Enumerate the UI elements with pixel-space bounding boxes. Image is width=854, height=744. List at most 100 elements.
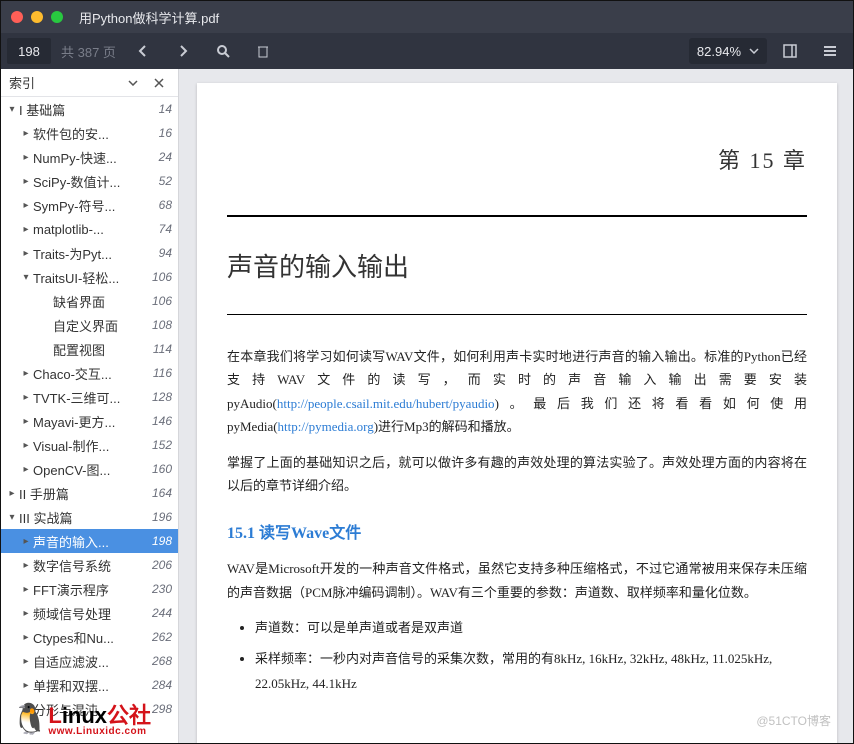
outline-item[interactable]: ▸II 手册篇164 [1,481,178,505]
outline-page: 106 [152,270,172,284]
outline-tree[interactable]: ▾I 基础篇14▸软件包的安...16▸NumPy-快速...24▸SciPy-… [1,97,178,743]
paragraph-wav: WAV是Microsoft开发的一种声音文件格式，虽然它支持多种压缩格式，不过它… [227,557,807,604]
window-maximize-button[interactable] [51,11,63,23]
window-title: 用Python做科学计算.pdf [79,8,219,27]
outline-item[interactable]: ▸NumPy-快速...24 [1,145,178,169]
next-page-button[interactable] [166,37,200,65]
list-item: 声道数：可以是单声道或者是双声道 [255,616,807,641]
outline-item[interactable]: 配置视图114 [1,337,178,361]
zoom-dropdown[interactable]: 82.94% [689,38,767,64]
outline-page: 128 [152,390,172,404]
outline-item[interactable]: ▸Mayavi-更方...146 [1,409,178,433]
chevron-right-icon: ▸ [19,152,33,163]
page-number-input[interactable] [7,38,51,64]
outline-label: 自定义界面 [53,316,152,335]
outline-page: 284 [152,678,172,692]
divider-thick [227,215,807,217]
outline-label: 缺省界面 [53,292,152,311]
chevron-right-icon: ▸ [19,680,33,691]
outline-page: 24 [159,150,172,164]
outline-page: 262 [152,630,172,644]
outline-label: 配置视图 [53,340,153,359]
menu-button[interactable] [813,37,847,65]
chevron-right-icon: ▸ [19,464,33,475]
outline-item[interactable]: ▸FFT演示程序230 [1,577,178,601]
chevron-right-icon: ▸ [19,128,33,139]
outline-item[interactable]: ▸matplotlib-...74 [1,217,178,241]
chevron-down-icon [749,48,759,54]
outline-page: 114 [153,342,172,356]
chevron-right-icon: ▸ [19,200,33,211]
pdf-page: 第 15 章 声音的输入输出 在本章我们将学习如何读写WAV文件，如何利用声卡实… [197,83,837,743]
outline-item[interactable]: ▸Chaco-交互...116 [1,361,178,385]
outline-item[interactable]: ▸声音的输入...198 [1,529,178,553]
bullet-list: 声道数：可以是单声道或者是双声道 采样频率：一秒内对声音信号的采集次数，常用的有… [227,616,807,696]
window-close-button[interactable] [11,11,23,23]
sidebar-header: 索引 [1,69,178,97]
outline-page: 198 [152,534,172,548]
list-item: 采样频率：一秒内对声音信号的采集次数，常用的有8kHz, 16kHz, 32kH… [255,647,807,696]
outline-item[interactable]: ▸Visual-制作...152 [1,433,178,457]
chevron-right-icon: ▸ [19,416,33,427]
page-total-label: 共 387 页 [57,42,120,61]
outline-label: I 基础篇 [19,100,159,119]
outline-page: 108 [152,318,172,332]
chevron-right-icon: ▸ [19,608,33,619]
outline-item[interactable]: ▸Ctypes和Nu...262 [1,625,178,649]
outline-item[interactable]: ▸自适应滤波...268 [1,649,178,673]
prev-page-button[interactable] [126,37,160,65]
outline-item[interactable]: ▸SymPy-符号...68 [1,193,178,217]
outline-label: NumPy-快速... [33,148,159,167]
outline-item[interactable]: ▸分形与混沌298 [1,697,178,721]
outline-label: Visual-制作... [33,436,152,455]
outline-label: SymPy-符号... [33,196,159,215]
outline-item[interactable]: ▸数字信号系统206 [1,553,178,577]
outline-page: 106 [152,294,172,308]
outline-label: 频域信号处理 [33,604,152,623]
outline-item[interactable]: ▸OpenCV-图...160 [1,457,178,481]
outline-page: 244 [152,606,172,620]
outline-item[interactable]: ▾III 实战篇196 [1,505,178,529]
chevron-right-icon: ▸ [19,224,33,235]
chevron-right-icon: ▸ [5,488,19,499]
outline-page: 298 [152,702,172,716]
outline-item[interactable]: ▸频域信号处理244 [1,601,178,625]
outline-label: II 手册篇 [19,484,152,503]
outline-label: Mayavi-更方... [33,412,152,431]
outline-page: 68 [159,198,172,212]
outline-item[interactable]: ▸Traits-为Pyt...94 [1,241,178,265]
chevron-down-icon: ▾ [5,512,19,523]
outline-label: Chaco-交互... [33,364,153,383]
chevron-down-icon: ▾ [19,272,33,283]
outline-item[interactable]: ▸单摆和双摆...284 [1,673,178,697]
sidebar-options-button[interactable] [122,72,144,94]
document-viewport[interactable]: 第 15 章 声音的输入输出 在本章我们将学习如何读写WAV文件，如何利用声卡实… [179,69,853,743]
outline-item[interactable]: ▾TraitsUI-轻松...106 [1,265,178,289]
outline-item[interactable]: ▸SciPy-数值计...52 [1,169,178,193]
chevron-right-icon: ▸ [19,248,33,259]
link-pymedia[interactable]: http://pymedia.org [278,419,374,434]
sidebar-close-button[interactable] [148,72,170,94]
outline-item[interactable]: 自定义界面108 [1,313,178,337]
view-mode-button[interactable] [773,37,807,65]
outline-item[interactable]: ▾I 基础篇14 [1,97,178,121]
outline-item[interactable]: ▸TVTK-三维可...128 [1,385,178,409]
outline-label: 数字信号系统 [33,556,152,575]
paragraph-summary: 掌握了上面的基础知识之后，就可以做许多有趣的声效处理的算法实验了。声效处理方面的… [227,451,807,498]
window-minimize-button[interactable] [31,11,43,23]
outline-item[interactable]: 缺省界面106 [1,289,178,313]
search-button[interactable] [206,37,240,65]
trash-button[interactable] [246,37,280,65]
outline-page: 52 [159,174,172,188]
link-pyaudio[interactable]: http://people.csail.mit.edu/hubert/pyaud… [277,396,495,411]
outline-page: 206 [152,558,172,572]
outline-label: Traits-为Pyt... [33,244,159,263]
outline-page: 74 [159,222,172,236]
outline-item[interactable]: ▸软件包的安...16 [1,121,178,145]
outline-page: 160 [152,462,172,476]
outline-label: III 实战篇 [19,508,152,527]
chevron-right-icon: ▸ [19,584,33,595]
sidebar: 索引 ▾I 基础篇14▸软件包的安...16▸NumPy-快速...24▸Sci… [1,69,179,743]
outline-page: 146 [152,414,172,428]
titlebar: 用Python做科学计算.pdf [1,1,853,33]
